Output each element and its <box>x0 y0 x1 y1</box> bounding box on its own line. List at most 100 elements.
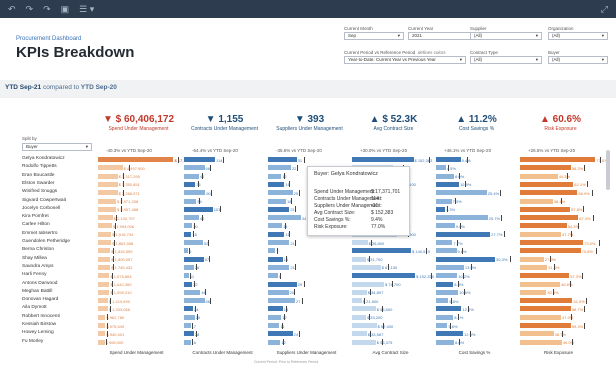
bar[interactable] <box>268 339 281 345</box>
bar[interactable] <box>98 165 123 171</box>
row-buyer-name[interactable]: Shay Millea <box>22 256 47 261</box>
bar[interactable] <box>436 256 496 262</box>
bar[interactable] <box>184 331 194 337</box>
bar[interactable] <box>184 248 189 254</box>
bar[interactable] <box>352 314 366 320</box>
row-buyer-name[interactable]: Antons Darwood <box>22 281 57 286</box>
bar[interactable] <box>184 190 206 196</box>
bar[interactable] <box>436 206 446 212</box>
bar[interactable] <box>352 298 362 304</box>
bar[interactable] <box>352 306 376 312</box>
bar[interactable] <box>520 206 571 212</box>
row-buyer-name[interactable]: Fu Morley <box>22 339 43 344</box>
bar[interactable] <box>520 198 553 204</box>
bar[interactable] <box>520 273 570 279</box>
bar[interactable] <box>520 298 573 304</box>
bar[interactable] <box>436 298 449 304</box>
bar[interactable] <box>436 339 455 345</box>
bar[interactable] <box>184 165 205 171</box>
bar[interactable] <box>352 273 416 279</box>
bar[interactable] <box>436 215 488 221</box>
bar[interactable] <box>98 181 118 187</box>
bar[interactable] <box>436 248 457 254</box>
organization-select[interactable]: (All) ▾ <box>548 32 608 40</box>
row-buyer-name[interactable]: Guendolen Petheridge <box>22 239 70 244</box>
kpi-card[interactable]: ▼ 1,155 Contracts Under Management <box>182 114 267 132</box>
save-icon[interactable]: ▣ <box>61 0 70 18</box>
bar[interactable] <box>268 165 291 171</box>
bar[interactable] <box>436 264 464 270</box>
bar[interactable] <box>98 248 111 254</box>
bar[interactable] <box>184 240 203 245</box>
bar[interactable] <box>520 264 548 270</box>
kpi-card[interactable]: ▲ 11.2% Cost Savings % <box>434 114 519 132</box>
kpi-card[interactable]: ▲ 60.6% Risk Exposure <box>518 114 603 132</box>
bar[interactable] <box>520 339 562 345</box>
bar[interactable] <box>436 240 453 245</box>
bar[interactable] <box>184 264 194 270</box>
bar[interactable] <box>268 289 289 295</box>
bar[interactable] <box>184 306 194 312</box>
bar[interactable] <box>98 323 106 328</box>
bar[interactable] <box>98 240 112 245</box>
kpi-card[interactable]: ▲ $ 52.3K Avg Contract Size <box>351 114 436 132</box>
bar[interactable] <box>98 198 117 204</box>
bar[interactable] <box>520 314 561 320</box>
bar[interactable] <box>184 281 193 287</box>
bar[interactable] <box>268 281 297 287</box>
menu-icon[interactable]: ☰ ▾ <box>79 0 94 18</box>
split-by-select[interactable]: Buyer ▾ <box>22 143 92 151</box>
bar[interactable] <box>520 157 596 162</box>
period-select[interactable]: Year-to-Date: Current Year vs Previous Y… <box>344 56 466 64</box>
bar[interactable] <box>436 165 446 171</box>
bar[interactable] <box>520 256 544 262</box>
bar[interactable] <box>436 281 454 287</box>
bar[interactable] <box>268 206 290 212</box>
bar[interactable] <box>268 331 293 337</box>
bar[interactable] <box>520 289 547 295</box>
bar[interactable] <box>184 157 216 162</box>
bar[interactable] <box>98 206 117 212</box>
bar[interactable] <box>436 273 458 279</box>
bar[interactable] <box>436 323 448 328</box>
bar[interactable] <box>352 289 367 295</box>
bar[interactable] <box>184 231 192 237</box>
bar[interactable] <box>436 314 454 320</box>
row-buyer-name[interactable]: Carlee Hilton <box>22 222 50 227</box>
breadcrumb[interactable]: Procurement Dashboard <box>16 36 81 42</box>
bar[interactable] <box>520 331 554 337</box>
bar[interactable] <box>184 198 197 204</box>
bar[interactable] <box>520 223 567 229</box>
bar[interactable] <box>352 264 381 270</box>
bar[interactable] <box>436 181 459 187</box>
bar[interactable] <box>98 190 118 196</box>
bar[interactable] <box>98 298 108 304</box>
bar[interactable] <box>184 206 213 212</box>
current-month-select[interactable]: Sep ▾ <box>344 32 404 40</box>
bar[interactable] <box>98 306 108 312</box>
bar[interactable] <box>268 181 285 187</box>
bar[interactable] <box>98 281 110 287</box>
kpi-card[interactable]: ▼ 393 Suppliers Under Management <box>267 114 352 132</box>
row-buyer-name[interactable]: Meghan Battill <box>22 289 52 294</box>
row-buyer-name[interactable]: Robbert Innocenti <box>22 314 60 319</box>
bar[interactable] <box>352 331 367 337</box>
bar[interactable] <box>520 181 574 187</box>
bar[interactable] <box>184 215 199 221</box>
bar[interactable] <box>268 248 276 254</box>
bar[interactable] <box>520 248 581 254</box>
supplier-select[interactable]: (All) ▾ <box>470 32 542 40</box>
bar[interactable] <box>184 223 193 229</box>
row-buyer-name[interactable]: Donovan Hagard <box>22 297 58 302</box>
bar[interactable] <box>520 173 558 179</box>
contract-type-select[interactable]: (All) ▾ <box>470 56 542 64</box>
bar[interactable] <box>98 331 106 337</box>
bar[interactable] <box>352 339 376 345</box>
row-buyer-name[interactable]: Rodolfo Tippetts <box>22 164 57 169</box>
bar[interactable] <box>98 273 110 279</box>
bar[interactable] <box>436 231 491 237</box>
bar[interactable] <box>98 215 113 221</box>
bar[interactable] <box>436 198 452 204</box>
row-buyer-name[interactable]: Saundra Amps <box>22 264 53 269</box>
bar[interactable] <box>520 281 561 287</box>
